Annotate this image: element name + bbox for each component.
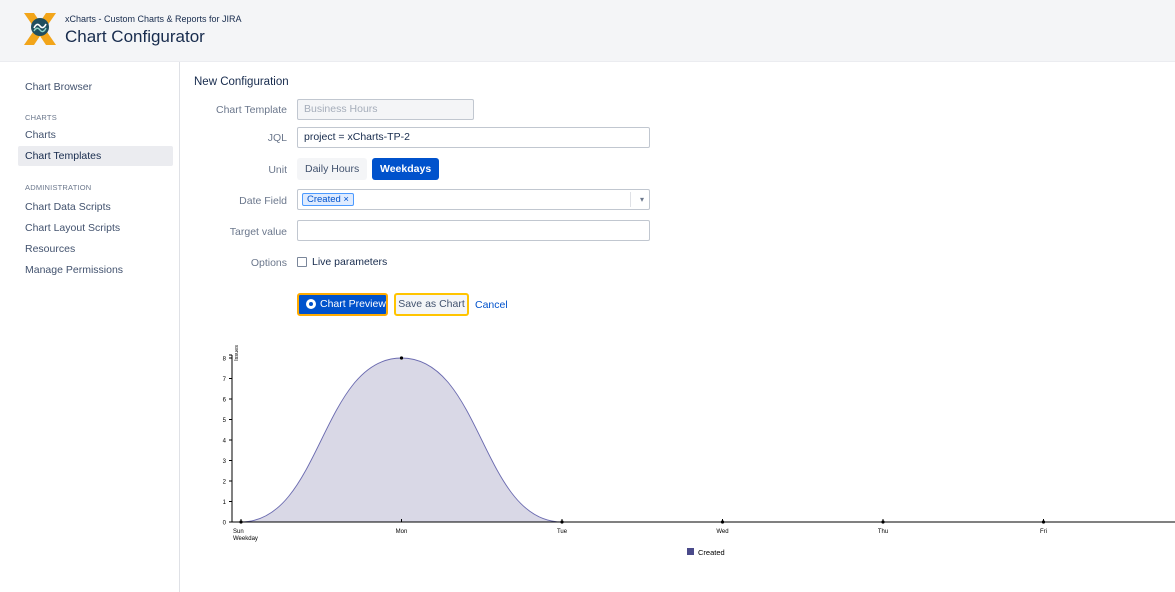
data-point (720, 520, 725, 524)
x-axis-label: Weekday (233, 536, 258, 542)
sidebar-heading-administration: ADMINISTRATION (25, 183, 92, 192)
sidebar-item-manage-permissions[interactable]: Manage Permissions (18, 260, 173, 280)
form-title: New Configuration (194, 76, 289, 88)
unit-label: Unit (268, 164, 287, 176)
y-tick-label: 3 (223, 459, 227, 465)
live-parameters-checkbox[interactable] (297, 257, 307, 267)
save-as-chart-button[interactable]: Save as Chart (394, 293, 469, 316)
y-tick-label: 7 (223, 377, 227, 383)
data-point (1041, 520, 1046, 524)
chart-preview-button[interactable]: Chart Preview (297, 293, 388, 316)
unit-weekdays-button[interactable]: Weekdays (372, 158, 440, 180)
legend-label-created: Created (698, 548, 725, 557)
chevron-down-icon[interactable]: ▾ (640, 190, 644, 209)
y-tick-label: 8 (223, 357, 227, 363)
x-tick-label: Tue (557, 529, 568, 535)
series-area-created (241, 358, 1044, 522)
y-tick-label: 0 (223, 521, 227, 527)
date-field-label: Date Field (239, 195, 287, 207)
page-title: Chart Configurator (65, 27, 205, 46)
target-value-label: Target value (229, 226, 287, 238)
y-tick-label: 2 (223, 480, 227, 486)
data-point (239, 520, 243, 524)
y-tick-label: 6 (223, 398, 227, 404)
unit-daily-hours-button[interactable]: Daily Hours (297, 158, 368, 180)
sidebar-item-chart-browser[interactable]: Chart Browser (18, 77, 173, 97)
header-bar: xCharts - Custom Charts & Reports for JI… (0, 0, 1175, 62)
sidebar-item-chart-layout-scripts[interactable]: Chart Layout Scripts (18, 218, 173, 238)
options-label: Options (250, 257, 287, 269)
data-point (399, 356, 404, 360)
x-tick-label: Thu (878, 529, 888, 535)
chart-template-field: Business Hours (297, 99, 474, 120)
x-tick-label: Fri (1040, 529, 1047, 535)
jql-label: JQL (267, 132, 287, 144)
chart-preview-label: Chart Preview (320, 298, 386, 310)
y-tick-label: 4 (223, 439, 227, 445)
app-name: xCharts - Custom Charts & Reports for JI… (65, 14, 242, 24)
live-parameters-label: Live parameters (312, 256, 388, 268)
legend-swatch-created (687, 548, 694, 555)
created-chip[interactable]: Created × (302, 193, 354, 206)
sidebar-item-chart-templates[interactable]: Chart Templates (18, 146, 173, 166)
x-tick-label: Mon (396, 529, 408, 535)
date-field-select[interactable]: Created × ▾ (297, 189, 650, 210)
eye-icon (306, 299, 316, 309)
chart-template-label: Chart Template (215, 104, 287, 116)
sidebar: Chart Browser CHARTS Charts Chart Templa… (0, 62, 180, 592)
jql-input[interactable]: project = xCharts-TP-2 (297, 127, 650, 148)
data-point (881, 520, 885, 524)
x-tick-label: Wed (716, 529, 728, 535)
xcharts-logo[interactable] (21, 10, 59, 48)
y-tick-label: 5 (223, 418, 227, 424)
x-tick-label: Sun (233, 529, 244, 535)
chart-area: 0 1 2 3 4 5 6 7 8 Issues Sun Mon Tue Wed Thu Fri Weekday… (223, 345, 1175, 557)
y-tick-label: 1 (223, 500, 227, 506)
sidebar-item-charts[interactable]: Charts (18, 125, 173, 145)
data-point (560, 520, 564, 524)
sidebar-heading-charts: CHARTS (25, 113, 57, 122)
sidebar-item-resources[interactable]: Resources (18, 239, 173, 259)
target-value-input[interactable] (297, 220, 650, 241)
y-axis-label: Issues (234, 345, 240, 361)
sidebar-item-chart-data-scripts[interactable]: Chart Data Scripts (18, 197, 173, 217)
dropdown-separator (630, 192, 631, 207)
cancel-link[interactable]: Cancel (475, 299, 508, 311)
